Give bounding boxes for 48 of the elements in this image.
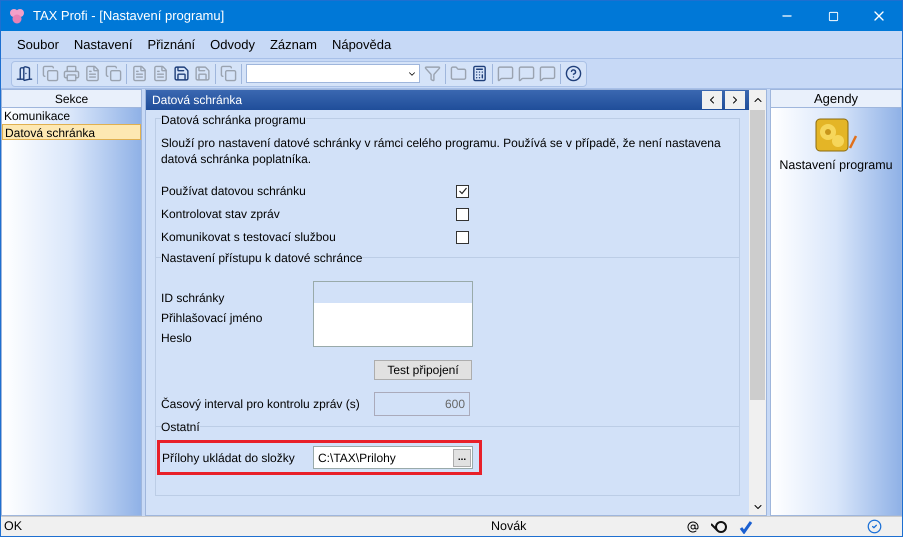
toolbar-icon[interactable] [173, 65, 190, 82]
description-text: Slouží pro nastavení datové schránky v rámci celého programu. Používá se v případě, že není nastavena datová schránka poplatníka. [161, 135, 722, 167]
sidebar-header: Sekce [2, 90, 141, 108]
toolbar-icon[interactable] [471, 65, 488, 82]
folder-label: Přílohy ukládat do složky [162, 450, 296, 466]
menu-item[interactable]: Nápověda [326, 34, 398, 54]
scrollbar-thumb[interactable] [750, 110, 765, 400]
previous-button[interactable] [702, 91, 722, 109]
checkbox-label: Kontrolovat stav zpráv [161, 206, 281, 223]
status-user: Novák [491, 518, 528, 536]
toolbar-combo-box[interactable] [246, 64, 420, 83]
interval-label: Časový interval pro kontrolu zpráv (s) [161, 396, 361, 413]
checkmark-icon [739, 520, 753, 534]
field-label: ID schránky [161, 290, 226, 305]
menu-item[interactable]: Nastavení [68, 34, 138, 54]
ok-status-icon [867, 519, 882, 534]
checkbox-label: Komunikovat s testovací službou [161, 229, 337, 246]
menu-item[interactable]: Záznam [264, 34, 323, 54]
gears-icon[interactable] [814, 118, 858, 152]
checkbox-label: Používat datovou schránku [161, 183, 307, 200]
sidebar-item[interactable]: Datová schránka [2, 124, 141, 140]
window-title: TAX Profi - [Nastavení programu] [33, 7, 224, 26]
panel-title: Datová schránka [152, 92, 244, 109]
agenda-label[interactable]: Nastavení programu [779, 156, 893, 175]
browse-button[interactable]: ... [453, 448, 471, 466]
agendy-header: Agendy [771, 90, 901, 108]
maximize-icon [828, 10, 838, 22]
menu-item[interactable]: Soubor [11, 34, 65, 54]
toolbar-icon[interactable] [16, 65, 33, 82]
sidebar-item[interactable]: Komunikace [2, 108, 141, 124]
checkbox[interactable] [456, 208, 469, 220]
folder-path: C:\TAX\Prilohy [318, 450, 397, 466]
test-connection-button[interactable]: Test připojení [374, 360, 472, 380]
field-label: Přihlašovací jméno [161, 310, 264, 325]
field-label: Heslo [161, 330, 193, 345]
menu-item[interactable]: Přiznání [141, 34, 202, 54]
status-message: OK [4, 518, 24, 536]
interval-field[interactable]: 600 [374, 392, 470, 416]
next-button[interactable] [725, 91, 745, 109]
menu-item[interactable]: Odvody [204, 34, 261, 54]
credentials-field[interactable] [313, 281, 473, 347]
toolbar-icon[interactable] [565, 65, 582, 82]
at-icon [687, 520, 699, 532]
scroll-up-button[interactable] [749, 90, 766, 110]
folder-field[interactable]: C:\TAX\Prilohy ... [313, 446, 473, 469]
checkbox[interactable] [456, 230, 469, 244]
checkbox[interactable] [456, 184, 469, 198]
flower-icon [9, 8, 25, 24]
